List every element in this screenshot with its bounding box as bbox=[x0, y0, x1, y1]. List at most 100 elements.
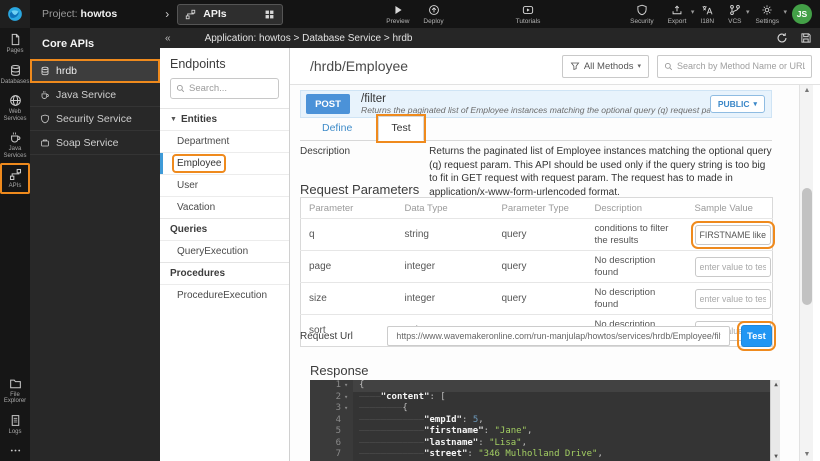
method-badge-post: POST bbox=[306, 94, 350, 114]
test-button[interactable]: Test bbox=[741, 325, 772, 347]
wavemaker-logo[interactable] bbox=[0, 0, 30, 28]
endpoint-item-user[interactable]: User bbox=[160, 174, 289, 196]
rail-item-databases[interactable]: Databases bbox=[0, 59, 30, 90]
tab-apis-label: APIs bbox=[203, 8, 257, 20]
endpoints-group-procedures[interactable]: Procedures bbox=[160, 262, 289, 284]
rail-item-web-services[interactable]: WebServices bbox=[0, 89, 30, 126]
rail-item-logs[interactable]: Logs bbox=[0, 409, 30, 440]
endpoints-group-entities[interactable]: ▼Entities bbox=[160, 108, 289, 130]
core-apis-panel: Core APIs hrdbJava ServiceSecurity Servi… bbox=[30, 28, 160, 461]
editor-scroll-down-icon[interactable]: ▼ bbox=[771, 453, 780, 460]
endpoint-item-employee[interactable]: Employee bbox=[160, 152, 289, 174]
logs-icon bbox=[9, 414, 22, 427]
play-icon bbox=[392, 4, 404, 17]
rail-item-pages[interactable]: Pages bbox=[0, 28, 30, 59]
endpoint-item-queryexecution[interactable]: QueryExecution bbox=[160, 240, 289, 262]
settings-icon bbox=[761, 4, 773, 17]
code-line-6: 6――――――――――――"lastname": "Lisa", bbox=[310, 438, 780, 450]
wavemaker-logo-icon bbox=[7, 6, 23, 22]
code-line-1: 1▾{ bbox=[310, 380, 780, 392]
endpoints-search-input[interactable] bbox=[189, 83, 274, 94]
gutter-pad bbox=[344, 415, 353, 427]
project-name: howtos bbox=[81, 8, 118, 20]
endpoint-item-vacation[interactable]: Vacation bbox=[160, 196, 289, 218]
sample-value-input-page[interactable] bbox=[695, 257, 771, 277]
endpoints-group-queries[interactable]: Queries bbox=[160, 218, 289, 240]
topbar-action-preview[interactable]: Preview bbox=[379, 0, 416, 28]
request-url-input[interactable] bbox=[387, 326, 729, 346]
user-avatar[interactable]: JS bbox=[792, 4, 812, 24]
topbar-action-settings[interactable]: Settings▾ bbox=[749, 0, 787, 28]
chevron-right-icon[interactable]: › bbox=[165, 7, 169, 21]
tab-define[interactable]: Define bbox=[310, 117, 364, 140]
service-item-soap-service[interactable]: Soap Service bbox=[30, 131, 160, 155]
sample-value-input-q[interactable] bbox=[695, 225, 771, 245]
column-header: Sample Value bbox=[687, 198, 773, 219]
api-test-content: POST /filter Returns the paginated list … bbox=[290, 85, 800, 461]
endpoint-row-filter[interactable]: POST /filter Returns the paginated list … bbox=[300, 90, 772, 118]
caret-down-icon: ▾ bbox=[753, 100, 757, 108]
core-apis-title: Core APIs bbox=[30, 28, 160, 59]
visibility-dropdown[interactable]: PUBLIC ▾ bbox=[710, 95, 765, 113]
topbar-action-deploy[interactable]: Deploy bbox=[416, 0, 450, 28]
topbar-right-actions: Security Export▾ I18N VCS▾ Settings▾ bbox=[623, 0, 786, 28]
endpoints-panel: Endpoints ▼EntitiesDepartmentEmployeeUse… bbox=[160, 48, 290, 461]
pages-icon bbox=[9, 33, 22, 46]
methods-filter-dropdown[interactable]: All Methods ▾ bbox=[562, 55, 649, 78]
topbar-left-actions: Preview Deploy Tutorials bbox=[379, 0, 547, 28]
topbar-action-security[interactable]: Security bbox=[623, 0, 660, 28]
grid-icon[interactable] bbox=[264, 9, 275, 20]
export-icon bbox=[671, 4, 683, 17]
wavemaker-studio-window: Project: howtos › APIs Preview Deploy Tu… bbox=[0, 0, 820, 461]
rail-item-java-services[interactable]: JavaServices bbox=[0, 126, 30, 163]
code-line-7: 7――――――――――――"street": "346 Mulholland D… bbox=[310, 449, 780, 461]
main-scrollbar[interactable]: ▲ ▼ bbox=[799, 85, 813, 461]
java-services-icon bbox=[40, 90, 50, 100]
scroll-up-icon[interactable]: ▲ bbox=[800, 85, 814, 97]
endpoint-item-department[interactable]: Department bbox=[160, 130, 289, 152]
sample-value-input-size[interactable] bbox=[695, 289, 771, 309]
project-label: Project: howtos bbox=[42, 8, 117, 20]
security-icon bbox=[636, 4, 648, 17]
fold-toggle-icon[interactable]: ▾ bbox=[344, 392, 353, 404]
visibility-label: PUBLIC bbox=[718, 99, 750, 109]
column-header: Parameter Type bbox=[494, 198, 587, 219]
method-search[interactable] bbox=[657, 55, 812, 78]
vcs-icon bbox=[729, 4, 741, 17]
topbar-action-export[interactable]: Export▾ bbox=[661, 0, 694, 28]
endpoint-item-procedureexecution[interactable]: ProcedureExecution bbox=[160, 284, 289, 306]
service-item-security-service[interactable]: Security Service bbox=[30, 107, 160, 131]
editor-scrollbar[interactable]: ▲ ▼ bbox=[770, 380, 780, 461]
editor-scroll-up-icon[interactable]: ▲ bbox=[771, 381, 780, 388]
column-header: Description bbox=[587, 198, 687, 219]
collapse-panel-icon[interactable]: « bbox=[160, 33, 177, 44]
fold-toggle-icon[interactable]: ▾ bbox=[344, 380, 353, 392]
soap-icon bbox=[40, 138, 50, 148]
tab-apis[interactable]: APIs bbox=[177, 4, 283, 25]
rail-item-more-menu[interactable] bbox=[0, 439, 30, 461]
tab-test[interactable]: Test bbox=[378, 116, 423, 141]
breadcrumb: Application: howtos > Database Service >… bbox=[205, 33, 413, 44]
apis-icon bbox=[9, 168, 22, 181]
refresh-icon[interactable] bbox=[770, 32, 794, 44]
request-url-label: Request Url bbox=[300, 331, 387, 342]
topbar-action-vcs[interactable]: VCS▾ bbox=[721, 0, 748, 28]
code-line-5: 5――――――――――――"firstname": "Jane", bbox=[310, 426, 780, 438]
scroll-down-icon[interactable]: ▼ bbox=[800, 449, 814, 461]
save-icon[interactable] bbox=[794, 32, 818, 44]
endpoints-title: Endpoints bbox=[160, 48, 289, 78]
endpoints-search[interactable] bbox=[170, 78, 279, 99]
methods-filter-label: All Methods bbox=[584, 61, 634, 72]
rail-item-apis[interactable]: APIs bbox=[0, 163, 30, 194]
rail-item-file-explorer[interactable]: FileExplorer bbox=[0, 372, 30, 409]
topbar-action-tutorials[interactable]: Tutorials bbox=[509, 0, 548, 28]
topbar-action-i18n[interactable]: I18N bbox=[693, 0, 721, 28]
service-item-hrdb[interactable]: hrdb bbox=[30, 59, 160, 83]
response-code-editor[interactable]: 1▾{2▾――――"content": [3▾――――――――{4―――――――… bbox=[310, 380, 780, 461]
service-item-java-service[interactable]: Java Service bbox=[30, 83, 160, 107]
request-parameters-title: Request Parameters bbox=[300, 182, 419, 197]
method-search-input[interactable] bbox=[677, 61, 805, 71]
scrollbar-thumb[interactable] bbox=[802, 188, 812, 305]
fold-toggle-icon[interactable]: ▾ bbox=[344, 403, 353, 415]
java-services-icon bbox=[9, 131, 22, 144]
